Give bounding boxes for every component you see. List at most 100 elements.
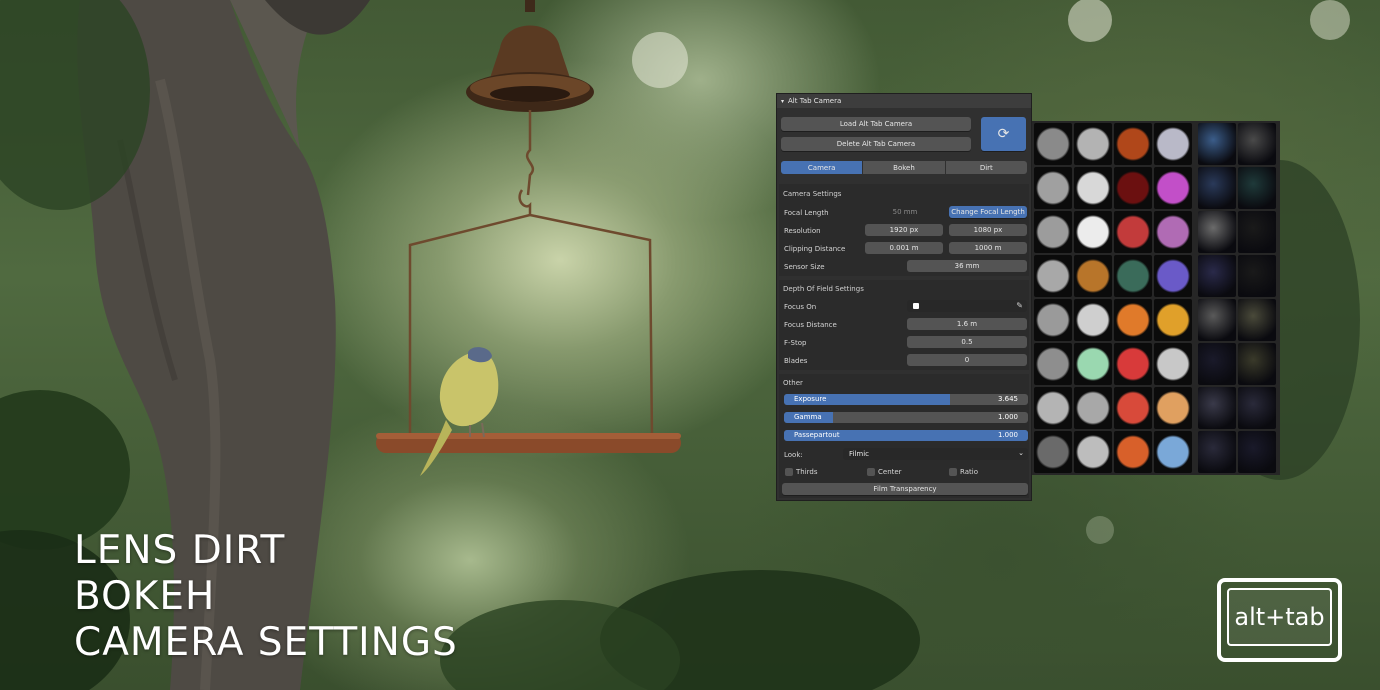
thumbnail[interactable]	[1074, 343, 1112, 385]
thumbnail[interactable]	[1154, 387, 1192, 429]
focal-length-label: Focal Length	[784, 209, 829, 217]
sensor-size-field[interactable]: 36 mm	[907, 260, 1027, 272]
center-checkbox[interactable]	[867, 468, 875, 476]
eyedropper-icon[interactable]: ✎	[1016, 301, 1023, 310]
thumbnail[interactable]	[1238, 211, 1276, 253]
thumbnail[interactable]	[1198, 255, 1236, 297]
thumbnail[interactable]	[1238, 343, 1276, 385]
thumbnail[interactable]	[1074, 255, 1112, 297]
thumbnail[interactable]	[1198, 343, 1236, 385]
thumbnail[interactable]	[1034, 387, 1072, 429]
focus-distance-label: Focus Distance	[784, 321, 837, 329]
thumbnail[interactable]	[1198, 123, 1236, 165]
thumbnail[interactable]	[1154, 299, 1192, 341]
exposure-label: Exposure	[794, 395, 827, 403]
blades-field[interactable]: 0	[907, 354, 1027, 366]
look-dropdown[interactable]: Filmic ⌄	[843, 448, 1028, 460]
thumbnail[interactable]	[1238, 299, 1276, 341]
thumbnail[interactable]	[1034, 211, 1072, 253]
tab-bokeh[interactable]: Bokeh	[863, 161, 945, 174]
thumbnail[interactable]	[1238, 431, 1276, 473]
refresh-button[interactable]: ⟳	[981, 117, 1026, 151]
thumbnail[interactable]	[1238, 123, 1276, 165]
thumbnail[interactable]	[1238, 167, 1276, 209]
thumbnail[interactable]	[1034, 167, 1072, 209]
delete-camera-button[interactable]: Delete Alt Tab Camera	[781, 137, 971, 151]
resolution-label: Resolution	[784, 227, 821, 235]
blades-label: Blades	[784, 357, 808, 365]
clip-start-field[interactable]: 0.001 m	[865, 242, 943, 254]
refresh-icon: ⟳	[997, 126, 1010, 142]
thumbnail[interactable]	[1114, 431, 1152, 473]
tab-dirt[interactable]: Dirt	[945, 161, 1027, 174]
thumbnail[interactable]	[1114, 299, 1152, 341]
thumbnail[interactable]	[1074, 431, 1112, 473]
panel-title: Alt Tab Camera	[788, 97, 842, 105]
film-transparency-button[interactable]: Film Transparency	[782, 483, 1028, 495]
focus-on-label: Focus On	[784, 303, 817, 311]
fstop-field[interactable]: 0.5	[907, 336, 1027, 348]
thumbnail[interactable]	[1198, 211, 1236, 253]
thumbnail[interactable]	[1034, 299, 1072, 341]
resolution-x-field[interactable]: 1920 px	[865, 224, 943, 236]
thumbnail[interactable]	[1074, 299, 1112, 341]
ratio-checkbox[interactable]	[949, 468, 957, 476]
thumbnail[interactable]	[1074, 123, 1112, 165]
thumbnail[interactable]	[1198, 167, 1236, 209]
other-section: Other Exposure 3.645 Gamma 1.000 Passepa…	[779, 374, 1029, 498]
thumbnail[interactable]	[1034, 255, 1072, 297]
tab-camera[interactable]: Camera	[781, 161, 863, 174]
thirds-checkbox[interactable]	[785, 468, 793, 476]
focal-length-value: 50 mm	[892, 208, 918, 216]
camera-settings-section: Camera Settings Focal Length 50 mm Chang…	[779, 184, 1029, 276]
thumbnail[interactable]	[1154, 211, 1192, 253]
thumbnail[interactable]	[1074, 387, 1112, 429]
look-label: Look:	[784, 451, 803, 459]
clipping-distance-label: Clipping Distance	[784, 245, 846, 253]
thumbnail[interactable]	[1198, 431, 1236, 473]
thumbnail[interactable]	[1154, 343, 1192, 385]
center-label: Center	[878, 468, 902, 476]
focus-on-field[interactable]: ✎	[907, 300, 1027, 312]
bokeh-dirt-thumbnail-grid	[1032, 121, 1280, 475]
focus-distance-field[interactable]: 1.6 m	[907, 318, 1027, 330]
thumbnail[interactable]	[1074, 211, 1112, 253]
change-focal-length-button[interactable]: Change Focal Length	[949, 206, 1027, 218]
thumbnail[interactable]	[1034, 343, 1072, 385]
thumbnail[interactable]	[1154, 123, 1192, 165]
thumbnail[interactable]	[1198, 387, 1236, 429]
thumbnail[interactable]	[1114, 255, 1152, 297]
thumbnail[interactable]	[1154, 431, 1192, 473]
thumbnail[interactable]	[1198, 299, 1236, 341]
panel-tabs: Camera Bokeh Dirt	[781, 161, 1027, 174]
thumbnail[interactable]	[1034, 431, 1072, 473]
thumbnail[interactable]	[1154, 167, 1192, 209]
headline-line-2: BOKEH	[74, 574, 216, 619]
thumbnail[interactable]	[1114, 167, 1152, 209]
thumbnail[interactable]	[1114, 387, 1152, 429]
passepartout-value: 1.000	[997, 431, 1018, 439]
thumbnail[interactable]	[1154, 255, 1192, 297]
thumbnail[interactable]	[1238, 387, 1276, 429]
logo-screen: alt+tab	[1227, 588, 1332, 646]
thumbnail[interactable]	[1114, 211, 1152, 253]
thumbnail[interactable]	[1034, 123, 1072, 165]
resolution-y-field[interactable]: 1080 px	[949, 224, 1027, 236]
headline-line-3: CAMERA SETTINGS	[74, 620, 458, 665]
chevron-down-icon[interactable]: ▾	[781, 98, 784, 105]
thumbnail[interactable]	[1238, 255, 1276, 297]
gamma-value: 1.000	[997, 413, 1018, 421]
load-camera-button[interactable]: Load Alt Tab Camera	[781, 117, 971, 131]
panel-header[interactable]: ▾ Alt Tab Camera	[777, 94, 1031, 108]
thumbnail[interactable]	[1074, 167, 1112, 209]
exposure-value: 3.645	[997, 395, 1018, 403]
sensor-size-label: Sensor Size	[784, 263, 825, 271]
thumbnail[interactable]	[1114, 343, 1152, 385]
headline: LENS DIRT BOKEH CAMERA SETTINGS	[74, 528, 458, 666]
thumbnail[interactable]	[1114, 123, 1152, 165]
clip-end-field[interactable]: 1000 m	[949, 242, 1027, 254]
passepartout-slider[interactable]: Passepartout 1.000	[784, 430, 1028, 441]
exposure-slider[interactable]: Exposure 3.645	[784, 394, 1028, 405]
gamma-slider[interactable]: Gamma 1.000	[784, 412, 1028, 423]
look-value: Filmic	[849, 450, 870, 458]
